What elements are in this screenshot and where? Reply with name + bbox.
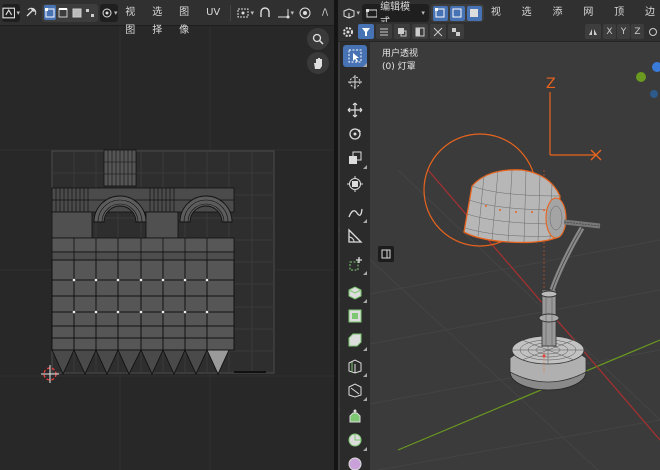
uv-layout (0, 26, 334, 470)
move-icon (347, 102, 363, 118)
tool-shelf (340, 42, 370, 470)
bevel-icon (348, 333, 362, 347)
select-box-icon (348, 49, 362, 63)
move-tool[interactable] (343, 99, 367, 121)
menu-select[interactable]: 选择 (517, 4, 546, 36)
transform-icon (347, 176, 363, 192)
cursor-tool[interactable] (343, 71, 367, 93)
menu-view[interactable]: 视图 (120, 4, 145, 36)
pivot-point-icon[interactable]: ▾ (236, 4, 254, 22)
gizmo-z-handle[interactable] (652, 62, 660, 72)
mirror-axes-group: X Y Z (603, 24, 644, 40)
mesh-select-mode-group (430, 4, 484, 22)
knife-icon (348, 383, 362, 398)
extrude-tool[interactable] (343, 281, 367, 303)
face-select-icon[interactable] (71, 5, 83, 20)
mirror-y-toggle[interactable]: Y (617, 24, 630, 39)
measure-tool[interactable] (343, 225, 367, 247)
viewport-tool-settings: X Y Z (338, 22, 660, 42)
smooth-icon (348, 457, 362, 470)
menu-add[interactable]: 添加 (548, 4, 577, 36)
bevel-tool[interactable] (343, 329, 367, 351)
scale-icon (349, 151, 362, 164)
gizmo-neg-z-handle[interactable] (650, 90, 658, 98)
select-mode-extend-icon[interactable] (394, 24, 410, 39)
menu-image[interactable]: 图像 (174, 4, 199, 36)
3d-viewport-icon[interactable]: ▾ (342, 4, 360, 22)
vertex-select-icon[interactable] (44, 5, 56, 20)
select-box-tool[interactable] (343, 45, 367, 67)
uv-sync-icon[interactable] (22, 4, 40, 22)
vertex-select-icon[interactable] (432, 5, 448, 21)
loop-cut-icon (348, 359, 362, 374)
menu-uv[interactable]: UV (201, 4, 225, 22)
knife-tool[interactable] (343, 379, 367, 401)
proportional-edit-icon[interactable] (296, 4, 314, 22)
uv-select-mode-group (42, 3, 99, 22)
mirror-z-toggle[interactable]: Z (631, 24, 644, 39)
add-cube-icon (349, 257, 362, 271)
uv-editor: ▾ ▾ 视图 选择 图像 UV ▾ ▾ /\ (0, 0, 334, 470)
select-mode-new-icon[interactable] (376, 24, 392, 39)
object-name-label: (0) 灯罩 (382, 62, 416, 72)
pan-hand-icon[interactable] (307, 52, 329, 74)
mirror-icon[interactable] (585, 24, 601, 39)
uv-canvas[interactable] (0, 26, 334, 470)
menu-vertex[interactable]: 顶点 (609, 4, 638, 36)
blender-window: ▾ ▾ 视图 选择 图像 UV ▾ ▾ /\ ▾ 编辑模 ▾ 视 选 添 网 顶… (0, 0, 660, 470)
select-mode-subtract-icon[interactable] (412, 24, 428, 39)
options-icon[interactable] (646, 24, 660, 40)
poly-build-tool[interactable] (343, 405, 367, 427)
loop-cut-tool[interactable] (343, 355, 367, 377)
extrude-icon (348, 286, 362, 300)
mirror-x-toggle[interactable]: X (603, 24, 616, 39)
filter-icon[interactable] (358, 24, 374, 39)
measure-icon (348, 228, 363, 243)
select-mode-invert-icon[interactable] (430, 24, 446, 39)
3d-viewport[interactable]: ▾ 编辑模式 ▾ 视图 选择 添加 网格 顶点 边 (338, 0, 660, 470)
spin-icon (348, 433, 362, 447)
inset-faces-icon (348, 309, 362, 323)
view-name-label: 用户透视 (382, 49, 419, 59)
gizmo-y-handle[interactable] (636, 72, 646, 82)
edge-select-icon[interactable] (57, 5, 70, 20)
transform-tool[interactable] (343, 173, 367, 195)
uv-island-bands (51, 237, 235, 261)
uv-editor-header: ▾ ▾ 视图 选择 图像 UV ▾ ▾ /\ (0, 0, 334, 36)
header-separator (230, 4, 232, 21)
face-select-icon[interactable] (466, 5, 482, 21)
menu-view[interactable]: 视图 (486, 4, 515, 36)
poly-build-icon (349, 409, 361, 423)
annotate-tool[interactable] (343, 201, 367, 223)
menu-edge[interactable]: 边 (640, 4, 660, 22)
uv-editor-type-icon[interactable]: ▾ (2, 3, 20, 22)
edge-select-icon[interactable] (449, 5, 465, 21)
menu-select[interactable]: 选择 (147, 4, 172, 36)
z-axis-label: Z (546, 76, 556, 92)
spin-tool[interactable] (343, 429, 367, 451)
smooth-tool[interactable] (343, 453, 367, 470)
select-mode-intersect-icon[interactable] (448, 24, 464, 39)
rotate-icon (349, 128, 361, 140)
menu-mesh[interactable]: 网格 (578, 4, 607, 36)
rotate-tool[interactable] (343, 123, 367, 145)
snap-icon[interactable] (256, 4, 274, 22)
gear-icon[interactable] (340, 24, 356, 40)
add-cube-tool[interactable] (343, 253, 367, 275)
island-select-icon[interactable] (84, 5, 97, 20)
uv-island-main-grid (51, 259, 235, 351)
snap-target-icon[interactable]: ▾ (276, 4, 294, 22)
overlay-icon[interactable]: /\ (316, 4, 334, 22)
annotate-icon (348, 208, 363, 218)
zoom-icon[interactable] (307, 28, 329, 50)
scale-tool[interactable] (343, 147, 367, 169)
overlay-more-label: /\ (321, 7, 329, 18)
sidebar-toggle-icon[interactable] (378, 246, 394, 262)
uv-island-top-strip (103, 149, 137, 187)
inset-tool[interactable] (343, 305, 367, 327)
cursor-icon (348, 75, 362, 89)
sticky-select-icon[interactable]: ▾ (100, 3, 119, 22)
mode-select-dropdown[interactable]: 编辑模式 ▾ (362, 2, 429, 28)
